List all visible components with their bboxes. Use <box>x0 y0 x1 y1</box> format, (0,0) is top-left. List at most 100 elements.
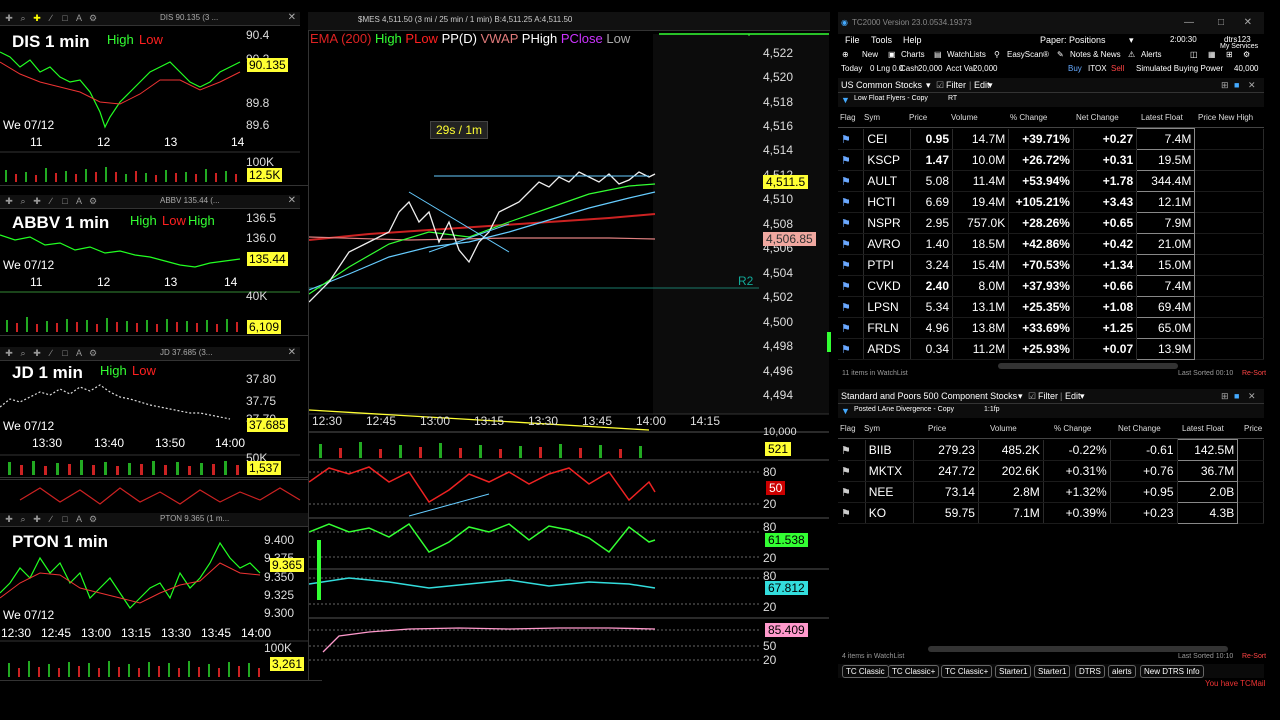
flag-icon[interactable]: ⚑ <box>841 487 851 499</box>
filter-icon[interactable]: ▼ <box>841 406 850 416</box>
chevron-down-icon[interactable]: ▾ <box>1018 391 1023 402</box>
flag-icon[interactable]: ⚑ <box>841 344 851 356</box>
col-latest-float[interactable]: Latest Float <box>1182 424 1224 433</box>
maximize-icon[interactable]: □ <box>1218 12 1224 34</box>
col-sym[interactable]: Sym <box>864 424 880 433</box>
filter-icon[interactable]: ▼ <box>841 95 850 105</box>
tab-tc-classic[interactable]: TC Classic <box>842 665 889 678</box>
tab-alerts[interactable]: alerts <box>1108 665 1136 678</box>
col-price-new-high[interactable]: Price New High <box>1198 113 1253 122</box>
pin-icon[interactable]: ⊞ <box>1221 80 1229 91</box>
grid-icon[interactable]: ⊞ <box>1226 50 1233 59</box>
table-row[interactable]: ⚑ KSCP 1.47 10.0M +26.72% +0.31 19.5M <box>838 149 1264 171</box>
chevron-down-icon[interactable]: ▾ <box>988 80 993 91</box>
status-message[interactable]: You have TCMail <box>1205 679 1265 688</box>
layout-name[interactable]: Paper: Positions <box>1040 35 1106 45</box>
watchlist-icon[interactable]: ▤ <box>934 50 942 59</box>
new-icon[interactable]: ⊕ <box>842 50 849 59</box>
minimize-icon[interactable]: — <box>1184 12 1194 34</box>
flag-icon[interactable]: ⚑ <box>841 281 851 293</box>
col-sym[interactable]: Sym <box>864 113 880 122</box>
tab-new-dtrs-info[interactable]: New DTRS Info <box>1140 665 1204 678</box>
table-row[interactable]: ⚑ AVRO 1.40 18.5M +42.86% +0.42 21.0M <box>838 233 1264 255</box>
notes-icon[interactable]: ✎ <box>1057 50 1064 59</box>
easyscan-icon[interactable]: ⚲ <box>994 50 1000 59</box>
menu-help[interactable]: Help <box>903 35 922 45</box>
alerts-icon[interactable]: ⚠ <box>1128 50 1135 59</box>
table-row[interactable]: ⚑ LPSN 5.34 13.1M +25.35% +1.08 69.4M <box>838 296 1264 318</box>
flag-icon[interactable]: ⚑ <box>841 323 851 335</box>
chevron-down-icon[interactable]: ▾ <box>1129 35 1134 46</box>
main-chart-mes[interactable] <box>308 12 831 680</box>
tab-starter1-2[interactable]: Starter1 <box>1034 665 1071 678</box>
table-row[interactable]: ⚑ KO 59.75 7.1M +0.39% +0.23 4.3B <box>838 502 1264 524</box>
menu-file[interactable]: File <box>845 35 860 45</box>
table-row[interactable]: ⚑ ARDS 0.34 11.2M +25.93% +0.07 13.9M <box>838 338 1264 360</box>
col-net-change[interactable]: Net Change <box>1118 424 1161 433</box>
flag-icon[interactable]: ⚑ <box>841 155 851 167</box>
checkbox-icon[interactable]: ☑ <box>1028 391 1036 402</box>
close-icon[interactable]: ✕ <box>1248 391 1256 402</box>
tab-tc-classic-plus[interactable]: TC Classic+ <box>888 665 940 678</box>
edit-menu[interactable]: Edit <box>1065 391 1081 401</box>
table-row[interactable]: ⚑ PTPI 3.24 15.4M +70.53% +1.34 15.0M <box>838 254 1264 276</box>
col-pct-change[interactable]: % Change <box>1010 113 1047 122</box>
tab-dtrs[interactable]: DTRS <box>1075 665 1105 678</box>
table-row[interactable]: ⚑ MKTX 247.72 202.6K +0.31% +0.76 36.7M <box>838 460 1264 482</box>
column-set-name[interactable]: Low Float Flyers - Copy <box>854 95 928 102</box>
refresh-rate[interactable]: RT <box>948 95 957 102</box>
refresh-rate[interactable]: 1:1fp <box>984 406 1000 413</box>
settings-icon[interactable]: ⚙ <box>1243 50 1250 59</box>
col-net-change[interactable]: Net Change <box>1076 113 1119 122</box>
resort-button[interactable]: Re-Sort <box>1242 653 1266 660</box>
col-flag[interactable]: Flag <box>840 424 856 433</box>
col-latest-float[interactable]: Latest Float <box>1141 113 1183 122</box>
window-icon[interactable]: ■ <box>1234 80 1239 90</box>
col-price-2[interactable]: Price <box>1244 424 1262 433</box>
watchlist-name[interactable]: Standard and Poors 500 Component Stocks <box>841 391 1017 401</box>
order-symbol[interactable]: ITOX <box>1088 64 1107 73</box>
filter-toggle[interactable]: Filter <box>1038 391 1058 401</box>
scrollbar[interactable] <box>998 363 1178 369</box>
layout-icon-2[interactable]: ▦ <box>1208 50 1216 59</box>
watchlist-name[interactable]: US Common Stocks <box>841 80 922 90</box>
table-row[interactable]: ⚑ FRLN 4.96 13.8M +33.69% +1.25 65.0M <box>838 317 1264 339</box>
watchlists-button[interactable]: WatchLists <box>947 50 986 59</box>
col-volume[interactable]: Volume <box>990 424 1017 433</box>
flag-icon[interactable]: ⚑ <box>841 508 851 520</box>
buy-button[interactable]: Buy <box>1068 64 1082 73</box>
col-price[interactable]: Price <box>909 113 927 122</box>
dis-chart[interactable]: ✚ ⌕ ✚ ∕ □ A ⚙ DIS 90.135 (3 ... ✕ DIS 1 … <box>0 12 308 186</box>
table-row[interactable]: ⚑ AULT 5.08 11.4M +53.94% +1.78 344.4M <box>838 170 1264 192</box>
column-set-name[interactable]: Posted LAne Divergence - Copy <box>854 406 954 413</box>
close-icon[interactable]: ✕ <box>1244 12 1252 34</box>
tab-tc-classic-plus-2[interactable]: TC Classic+ <box>941 665 993 678</box>
table-row[interactable]: ⚑ CEI 0.95 14.7M +39.71% +0.27 7.4M <box>838 128 1264 150</box>
col-price[interactable]: Price <box>928 424 946 433</box>
col-volume[interactable]: Volume <box>951 113 978 122</box>
table-row[interactable]: ⚑ CVKD 2.40 8.0M +37.93% +0.66 7.4M <box>838 275 1264 297</box>
flag-icon[interactable]: ⚑ <box>841 302 851 314</box>
charts-icon[interactable]: ▣ <box>888 50 896 59</box>
pton-chart[interactable]: ✚ ⌕ ✚ ∕ □ A ⚙ PTON 9.365 (1 m... ✕ PTON … <box>0 513 322 681</box>
flag-icon[interactable]: ⚑ <box>841 176 851 188</box>
flag-icon[interactable]: ⚑ <box>841 445 851 457</box>
sell-button[interactable]: Sell <box>1111 64 1124 73</box>
resort-button[interactable]: Re-Sort <box>1242 370 1266 377</box>
jd-chart[interactable]: ✚ ⌕ ✚ ∕ □ A ⚙ JD 37.685 (3... ✕ JD 1 min… <box>0 347 308 478</box>
flag-icon[interactable]: ⚑ <box>841 260 851 272</box>
checkbox-icon[interactable]: ☑ <box>936 80 944 91</box>
tab-starter1[interactable]: Starter1 <box>995 665 1032 678</box>
layout-icon[interactable]: ◫ <box>1190 50 1198 59</box>
new-button[interactable]: New <box>862 50 878 59</box>
col-pct-change[interactable]: % Change <box>1054 424 1091 433</box>
easyscan-button[interactable]: EasyScan® <box>1007 50 1049 59</box>
chevron-down-icon[interactable]: ▾ <box>1080 391 1085 402</box>
pin-icon[interactable]: ⊞ <box>1221 391 1229 402</box>
close-icon[interactable]: ✕ <box>1248 80 1256 91</box>
scrollbar[interactable] <box>928 646 1228 652</box>
menu-tools[interactable]: Tools <box>871 35 892 45</box>
alerts-button[interactable]: Alerts <box>1141 50 1161 59</box>
table-row[interactable]: ⚑ HCTI 6.69 19.4M +105.21% +3.43 12.1M <box>838 191 1264 213</box>
flag-icon[interactable]: ⚑ <box>841 134 851 146</box>
